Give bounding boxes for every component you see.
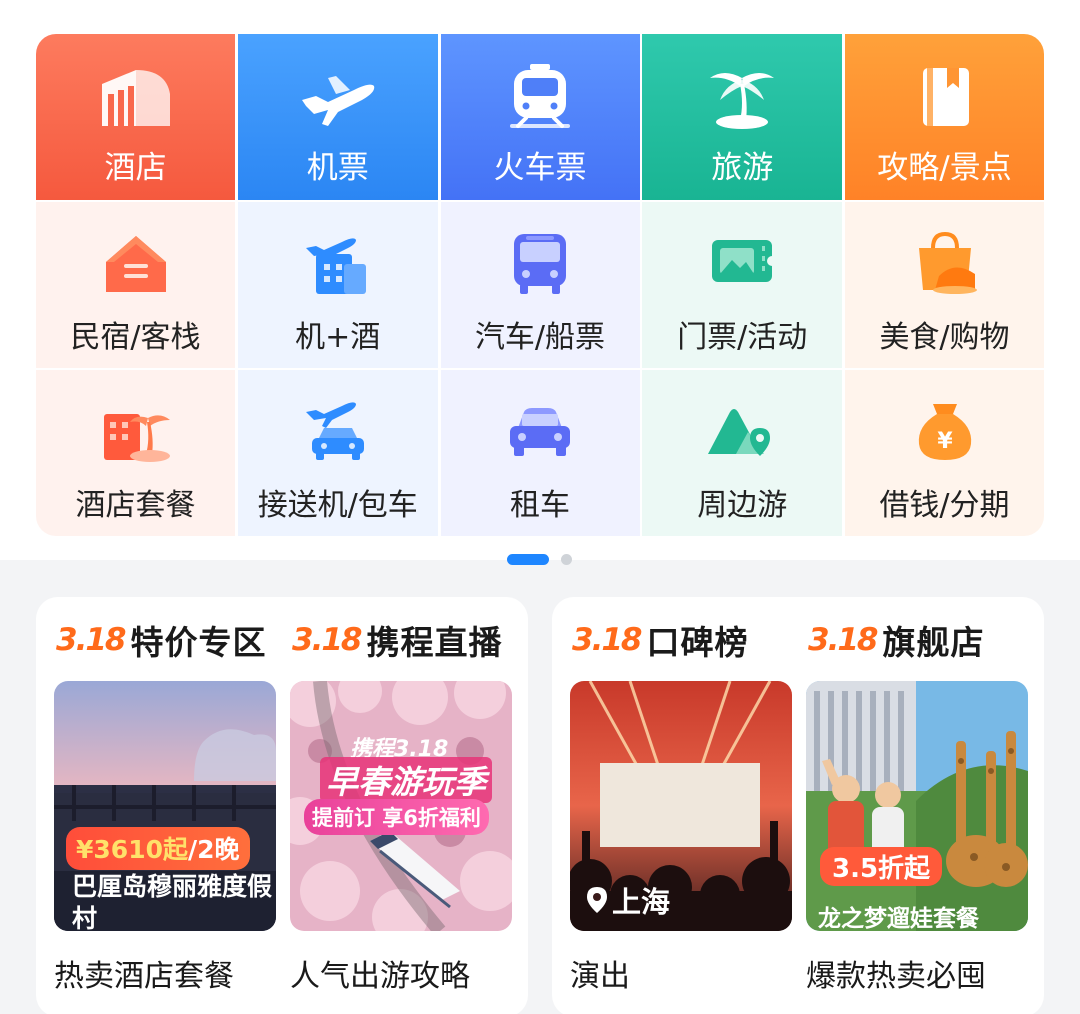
location-label: 上海	[586, 879, 670, 921]
price-value: 3610起	[93, 835, 188, 864]
grid-item-flight[interactable]: 机票	[237, 34, 438, 200]
car-icon	[510, 408, 570, 456]
price-prefix: ¥	[76, 835, 94, 864]
page-indicator	[507, 554, 572, 565]
hotel-package-icon	[103, 414, 170, 462]
promo-image[interactable]: 3.5折起 龙之梦遛娃套餐	[806, 681, 1028, 931]
grid-item-car-rental[interactable]: 租车	[440, 368, 640, 536]
grid-item-food-shopping[interactable]: 美食/购物	[845, 200, 1044, 368]
event-badge: 3.18	[808, 622, 878, 658]
event-badge: 3.18	[56, 622, 126, 658]
grid-item-flight-hotel[interactable]: 机+酒	[237, 200, 438, 368]
package-name: 龙之梦遛娃套餐	[818, 906, 979, 931]
event-badge: 3.18	[572, 622, 642, 658]
grid-label: 借钱/分期	[879, 488, 1010, 523]
promo-header: 3.18 口碑榜	[572, 617, 749, 663]
mountain-pin-icon	[708, 409, 771, 456]
page-dot[interactable]	[561, 554, 572, 565]
promo-title: 携程直播	[366, 623, 503, 662]
promo-caption: 爆款热卖必囤	[806, 959, 986, 994]
event-badge: 3.18	[292, 622, 362, 658]
hotel-name: 巴厘岛穆丽雅度假村	[72, 872, 273, 931]
promo-header: 3.18 特价专区	[56, 617, 267, 663]
flight-hotel-icon	[305, 238, 366, 294]
promo-title: 口碑榜	[646, 623, 749, 662]
grid-label: 汽车/船票	[474, 320, 606, 355]
location-pin-icon	[587, 887, 607, 913]
promo-title: 特价专区	[130, 623, 267, 662]
promo-card-left: 3.18 特价专区 ¥ 3610起 /2晚 巴厘岛穆丽雅度假村 热卖酒店套餐 3…	[36, 597, 528, 1014]
promo-image[interactable]: ¥ 3610起 /2晚 巴厘岛穆丽雅度假村	[54, 681, 276, 931]
giraffe-park-image	[806, 681, 1028, 931]
promo-header: 3.18 携程直播	[292, 617, 503, 663]
svg-text:¥: ¥	[937, 429, 953, 454]
grid-label: 租车	[510, 488, 570, 523]
grid-item-tickets[interactable]: 门票/活动	[642, 200, 843, 368]
grid-label: 火车票	[493, 150, 587, 186]
grid-item-train[interactable]: 火车票	[440, 34, 640, 200]
grid-item-guide[interactable]: 攻略/景点	[845, 34, 1044, 200]
grid-item-homestay[interactable]: 民宿/客栈	[36, 200, 235, 368]
grid-label: 美食/购物	[879, 320, 1010, 355]
service-grid: 酒店 机票 火车票 旅游 攻略/景点 民宿/客栈 机+酒 汽车/船票 门票/活动…	[36, 34, 1044, 536]
grid-label: 机票	[306, 150, 369, 186]
ticket-icon	[712, 240, 778, 282]
discount-tag: 3.5折起	[820, 847, 943, 886]
bus-icon	[514, 234, 566, 294]
promo-caption: 人气出游攻略	[290, 959, 470, 994]
page-dot-active[interactable]	[507, 554, 549, 565]
promo-caption: 演出	[570, 959, 630, 994]
money-bag-icon: ¥	[918, 404, 971, 460]
grid-label: 民宿/客栈	[70, 320, 201, 355]
grid-label: 酒店套餐	[75, 488, 196, 523]
grid-item-nearby-travel[interactable]: 周边游	[642, 368, 843, 536]
price-tag: ¥ 3610起 /2晚	[66, 827, 250, 870]
grid-item-airport-transfer[interactable]: 接送机/包车	[237, 368, 438, 536]
train-icon	[510, 64, 570, 128]
grid-item-hotel[interactable]: 酒店	[36, 34, 235, 200]
location-text: 上海	[612, 885, 671, 919]
grid-item-hotel-package[interactable]: 酒店套餐	[36, 368, 235, 536]
grid-label: 机+酒	[295, 320, 381, 355]
hotel-building-icon	[101, 70, 170, 126]
guidebook-icon	[922, 68, 969, 126]
grid-label: 酒店	[104, 150, 167, 186]
grid-label: 攻略/景点	[877, 150, 1012, 186]
grid-label: 周边游	[697, 488, 788, 523]
grid-label: 门票/活动	[677, 320, 808, 355]
grid-label: 旅游	[711, 150, 774, 186]
airplane-icon	[301, 76, 374, 126]
price-suffix: /2晚	[188, 835, 240, 864]
grid-item-travel[interactable]: 旅游	[642, 34, 843, 200]
promo-image[interactable]: 上海	[570, 681, 792, 931]
grid-item-loan-installment[interactable]: ¥ 借钱/分期	[845, 368, 1044, 536]
house-icon	[105, 236, 166, 292]
palm-tree-icon	[710, 73, 775, 129]
banner-headline: 早春游玩季	[320, 757, 493, 803]
airport-car-icon	[305, 402, 364, 460]
promo-image[interactable]: 携程3.18 早春游玩季 提前订 享6折福利	[290, 681, 512, 931]
promo-title: 旗舰店	[882, 623, 985, 662]
grid-label: 接送机/包车	[257, 488, 418, 523]
promo-header: 3.18 旗舰店	[808, 617, 985, 663]
shopping-bag-icon	[918, 231, 977, 294]
banner-subline: 提前订 享6折福利	[304, 799, 489, 835]
promo-caption: 热卖酒店套餐	[54, 959, 234, 994]
grid-item-bus-ferry[interactable]: 汽车/船票	[440, 200, 640, 368]
promo-card-right: 3.18 口碑榜 上海 演出 3.18 旗舰店 3.5折起 龙之梦遛娃套餐 爆款…	[552, 597, 1044, 1014]
